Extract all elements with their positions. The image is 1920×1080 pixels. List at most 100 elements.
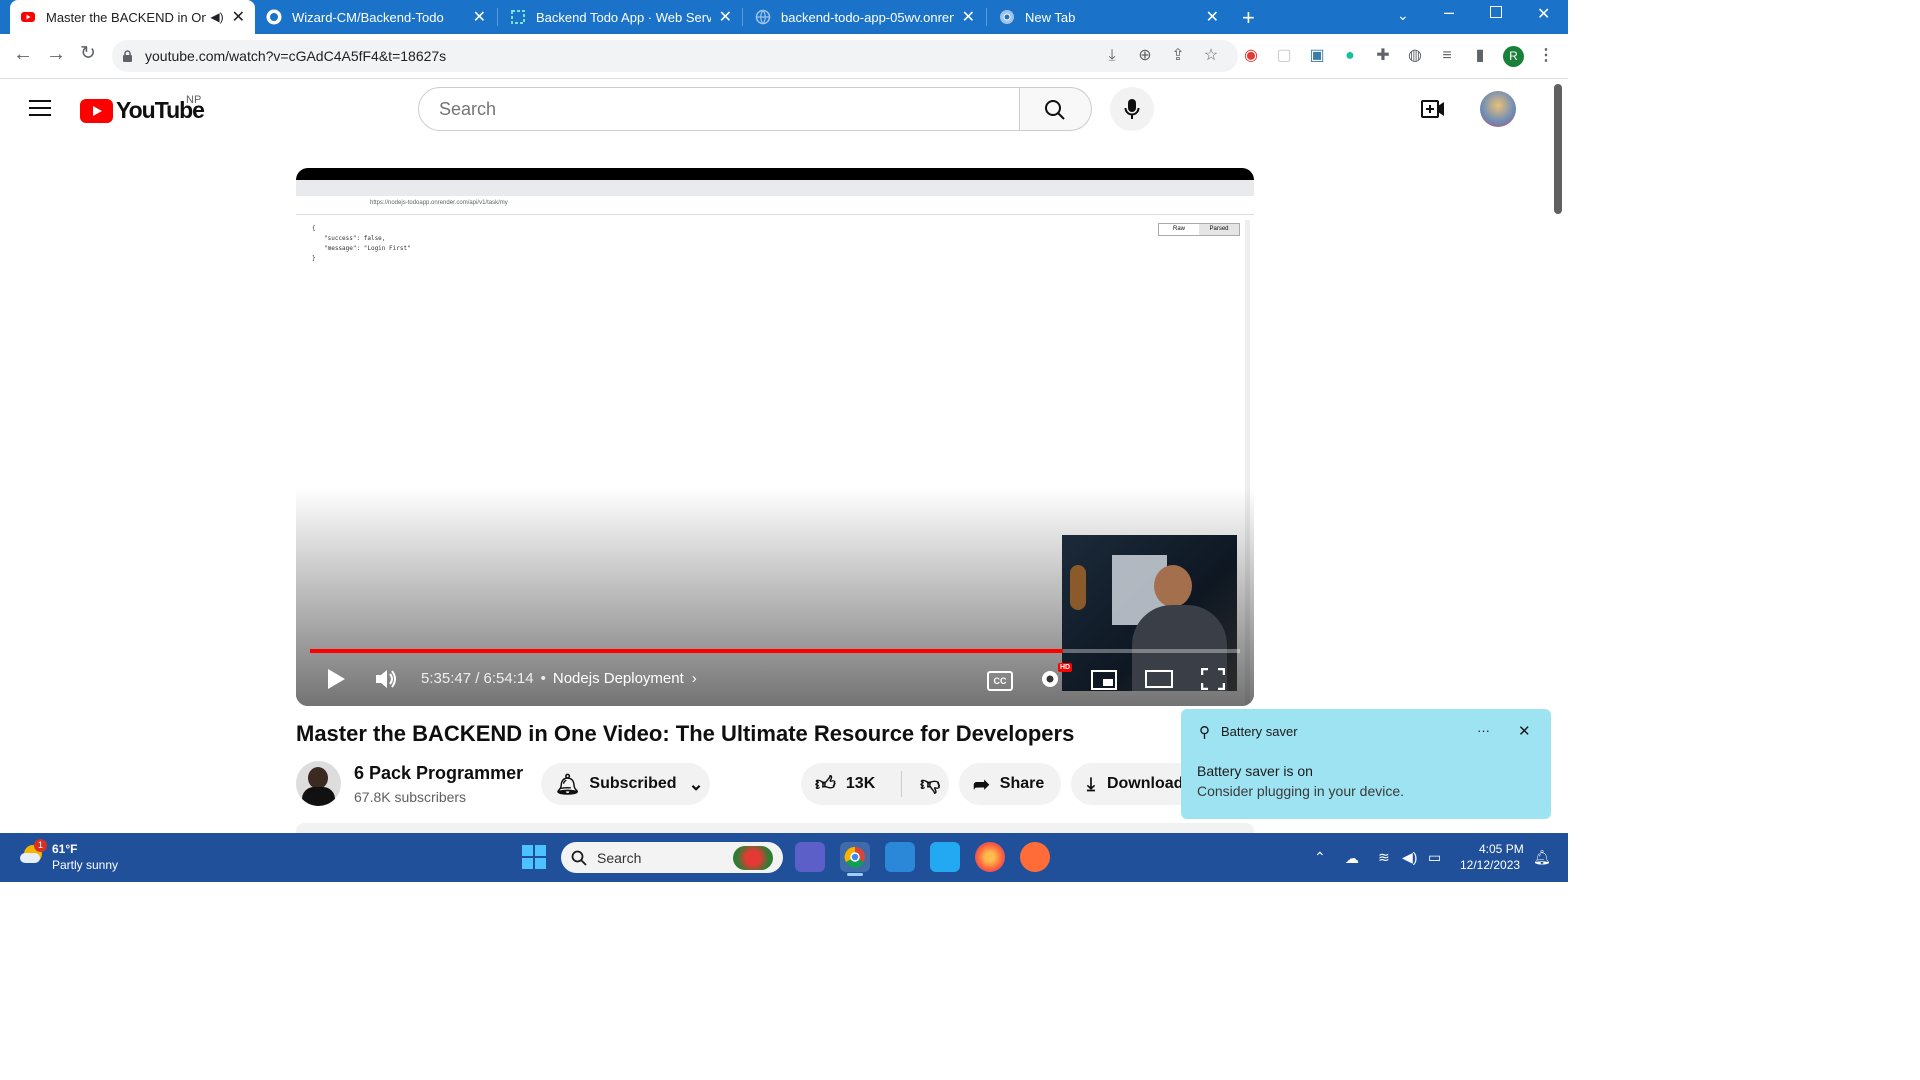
teams-chat-icon[interactable] [795,842,825,872]
chapter-title[interactable]: Nodejs Deployment [553,670,684,687]
create-video-icon[interactable] [1421,99,1445,119]
theater-mode-icon[interactable] [1145,670,1173,688]
miniplayer-icon[interactable] [1091,670,1117,690]
subscribed-button[interactable]: 🔔︎ Subscribed ⌄ [541,763,710,805]
bookmark-star-icon[interactable]: ☆ [1202,47,1220,65]
tab-new-tab[interactable]: New Tab ✕ [989,0,1229,34]
search-input[interactable] [437,98,1001,121]
battery-saver-notification[interactable]: ⚲ Battery saver ··· ✕ Battery saver is o… [1181,709,1551,819]
voice-search-button[interactable] [1110,87,1154,131]
video-player[interactable]: https://nodejs-todoapp.onrender.com/api/… [296,168,1254,706]
extension-blank-icon[interactable]: ▢ [1275,47,1293,65]
minimize-icon[interactable]: – [1444,2,1454,23]
tab-close-icon[interactable]: ✕ [473,7,486,27]
search-box[interactable] [418,87,1020,131]
postman-icon[interactable] [1020,842,1050,872]
onedrive-cloud-icon[interactable]: ☁ [1345,850,1359,867]
tab-github[interactable]: Wizard-CM/Backend-Todo ✕ [256,0,496,34]
account-avatar[interactable] [1480,91,1516,127]
fullscreen-icon[interactable] [1201,668,1225,690]
tab-close-icon[interactable]: ✕ [719,7,732,27]
like-button[interactable]: 👍︎ 13K [801,771,902,797]
close-icon[interactable]: ✕ [1518,722,1531,740]
clock-time[interactable]: 4:05 PM [1479,842,1524,856]
share-label: Share [999,775,1045,792]
tab-audio-icon[interactable]: ◀) [210,10,223,24]
extensions-puzzle-icon[interactable]: ✚ [1374,47,1392,65]
volume-icon[interactable] [375,668,399,690]
url-text[interactable]: youtube.com/watch?v=cGAdC4A5fF4&t=18627s [145,48,446,64]
play-icon[interactable] [326,668,346,690]
firefox-icon[interactable] [975,842,1005,872]
desktop-app-icon[interactable] [885,842,915,872]
weather-text[interactable]: Partly sunny [52,858,118,872]
thumbs-down-icon: 👎︎ [920,773,941,795]
tab-render-app[interactable]: backend-todo-app-05wv.onrend ✕ [745,0,985,34]
side-panel-icon[interactable]: ▮ [1471,47,1489,65]
clock-date[interactable]: 12/12/2023 [1460,858,1520,872]
download-icon: ⤓ [1087,773,1095,794]
tab-search-chevron-icon[interactable]: ⌄ [1397,7,1409,24]
guitar-shape [1070,565,1086,610]
json-line: { [312,225,316,232]
tab-youtube[interactable]: Master the BACKEND in One ◀) ✕ [10,0,255,34]
separator-dot: • [540,670,546,687]
search-button[interactable] [1020,87,1092,131]
subscriber-count: 67.8K subscribers [354,789,467,805]
reload-icon[interactable]: ↻ [79,44,97,63]
weather-widget-icon[interactable]: 1 [20,839,47,865]
notification-bell-icon[interactable]: 🔔︎ [1533,849,1551,866]
extension-record-icon[interactable]: ◉ [1242,47,1260,65]
hd-badge: HD [1058,663,1073,672]
video-inner-url: https://nodejs-todoapp.onrender.com/api/… [370,200,508,206]
render-favicon-icon [511,10,525,24]
chapter-chevron-icon[interactable]: › [692,670,697,687]
show-hidden-icons-chevron-icon[interactable]: ⌃ [1314,849,1326,866]
back-arrow-icon[interactable]: ← [13,44,33,64]
captions-button[interactable]: CC [987,671,1013,691]
toast-line-2: Consider plugging in your device. [1197,783,1405,799]
taskbar-search[interactable]: Search [561,842,783,873]
install-app-icon[interactable]: ⤓ [1103,47,1121,65]
close-window-icon[interactable]: ✕ [1537,4,1550,24]
zoom-icon[interactable]: ⊕ [1136,47,1154,65]
video-json-output: { "success": false, "message": "Login Fi… [312,224,411,264]
chrome-favicon-icon [1000,10,1014,24]
channel-avatar[interactable] [296,761,341,806]
dislike-button[interactable]: 👎︎ [902,772,940,796]
tab-close-icon[interactable]: ✕ [962,7,975,27]
hamburger-menu-icon[interactable] [29,99,51,117]
performance-icon[interactable]: ◍ [1406,47,1424,65]
time-display: 5:35:47 / 6:54:14 • Nodejs Deployment › [421,670,697,687]
new-tab-button[interactable]: + [1242,5,1255,31]
lock-icon[interactable] [122,50,133,63]
vscode-icon[interactable] [930,842,960,872]
chrome-taskbar-icon[interactable] [840,842,870,872]
weather-temp[interactable]: 61°F [52,842,77,856]
profile-avatar[interactable]: R [1503,46,1524,67]
parsed-label: Parsed [1199,224,1239,235]
progress-bar[interactable] [310,649,1240,653]
windows-start-icon[interactable] [522,845,546,869]
share-button[interactable]: ➦ Share [959,763,1061,805]
forward-arrow-icon[interactable]: → [46,44,66,64]
share-page-icon[interactable]: ⇪ [1169,47,1187,65]
tab-render-service[interactable]: Backend Todo App · Web Servic ✕ [500,0,742,34]
tab-close-icon[interactable]: ✕ [1206,7,1219,27]
description-box-edge[interactable] [296,823,1254,833]
chrome-menu-icon[interactable]: ⋮ [1537,47,1555,65]
reading-list-icon[interactable]: ≡ [1438,47,1456,65]
speaker-icon[interactable]: ◀) [1402,849,1417,866]
wifi-icon[interactable]: ≋ [1378,849,1390,866]
channel-name[interactable]: 6 Pack Programmer [354,763,523,784]
extension-puzzle-app-icon[interactable]: ▣ [1308,47,1326,65]
grammarly-icon[interactable]: ● [1341,47,1359,65]
tab-close-icon[interactable]: ✕ [232,7,245,27]
page-scrollbar-thumb[interactable] [1554,84,1562,214]
search-highlight-icon [733,846,773,870]
restore-icon[interactable] [1490,6,1502,18]
microphone-icon [1124,99,1140,119]
share-arrow-icon: ➦ [973,773,990,796]
more-options-icon[interactable]: ··· [1477,723,1490,738]
battery-icon[interactable]: ▭ [1428,849,1441,866]
